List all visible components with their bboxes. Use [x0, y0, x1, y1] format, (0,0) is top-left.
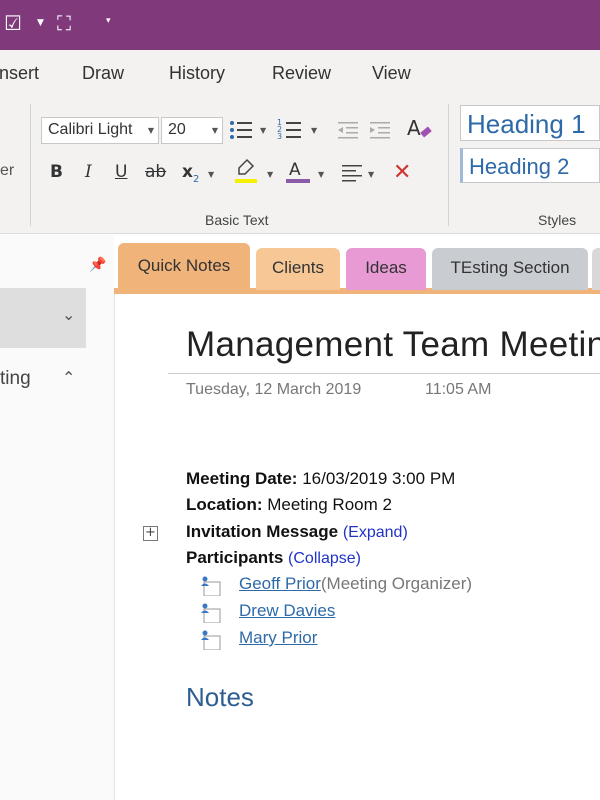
font-name-value: Calibri Light [48, 121, 133, 138]
subscript-x: x [182, 162, 193, 182]
decrease-indent-icon [338, 122, 358, 139]
participant-role: (Meeting Organizer) [320, 574, 473, 593]
ribbon-divider [30, 104, 31, 226]
decrease-indent-button[interactable] [336, 117, 360, 143]
bullets-icon [230, 121, 252, 139]
notes-heading[interactable]: Notes [186, 682, 254, 713]
location-line[interactable]: Location: Meeting Room 2 [186, 495, 392, 515]
font-size-combo[interactable]: 20 ▼ [161, 117, 223, 144]
subscript-2: 2 [192, 174, 200, 185]
numbering-icon: 1 2 3 [277, 118, 301, 141]
tab-partial[interactable] [592, 248, 600, 290]
participant-link[interactable]: Geoff Prior (Meeting Organizer) [239, 574, 472, 594]
menu-history[interactable]: History [169, 63, 225, 84]
contact-person-icon [201, 603, 221, 623]
checklist-star-icon[interactable]: ☑ [4, 11, 22, 35]
svg-text:A: A [407, 116, 421, 140]
menu-draw[interactable]: Draw [82, 63, 124, 84]
align-left-icon [342, 165, 362, 182]
font-name-combo[interactable]: Calibri Light ▼ [41, 117, 159, 144]
tab-ideas[interactable]: Ideas [346, 248, 426, 290]
title-divider [168, 373, 600, 374]
collapse-link[interactable]: (Collapse) [288, 550, 361, 567]
style-heading-2[interactable]: Heading 2 [460, 148, 600, 183]
page-date: Tuesday, 12 March 2019 [186, 381, 362, 398]
participant-link[interactable]: Mary Prior [239, 628, 317, 648]
section-group-item[interactable]: ting [0, 368, 31, 390]
tab-clients[interactable]: Clients [256, 248, 340, 290]
participant-name[interactable]: Geoff Prior [239, 574, 321, 593]
participant-name[interactable]: Mary Prior [239, 628, 317, 647]
bold-button[interactable]: B [50, 162, 63, 182]
participant-link[interactable]: Drew Davies [239, 601, 335, 621]
style-heading-1[interactable]: Heading 1 [460, 105, 600, 141]
chevron-down-icon[interactable]: ▼ [311, 126, 317, 135]
bullets-button[interactable] [228, 117, 254, 143]
location-label: Location: [186, 495, 263, 514]
menu-view[interactable]: View [372, 63, 411, 84]
chevron-down-icon[interactable]: ▼ [212, 126, 218, 135]
increase-indent-button[interactable] [368, 117, 392, 143]
highlight-button[interactable] [233, 158, 259, 186]
increase-indent-icon [370, 122, 390, 139]
clear-formatting-icon: A [407, 116, 432, 140]
screen-clip-icon[interactable]: ⛶ [57, 11, 71, 35]
clear-formatting-button[interactable]: A [406, 115, 434, 143]
chevron-down-icon[interactable]: ▼ [148, 126, 154, 135]
numbering-button[interactable]: 1 2 3 [277, 117, 303, 143]
page-time: 11:05 AM [425, 381, 492, 398]
chevron-down-icon[interactable]: ▼ [260, 126, 266, 135]
clear-close-icon[interactable]: ✕ [393, 160, 411, 185]
ribbon: er Calibri Light ▼ 20 ▼ ▼ 1 2 3 ▼ A B I … [0, 96, 600, 234]
customize-toolbar-icon[interactable]: ▾ [106, 16, 111, 26]
highlighter-icon [235, 158, 257, 183]
meeting-date-value: 16/03/2019 3:00 PM [302, 469, 456, 488]
participants-label: Participants [186, 548, 284, 567]
expand-plus-icon[interactable]: + [143, 526, 158, 541]
chevron-down-icon[interactable]: ⌄ [62, 305, 75, 324]
chevron-down-icon[interactable]: ▼ [368, 170, 374, 179]
tab-quick-notes[interactable]: Quick Notes [118, 243, 250, 294]
page-title[interactable]: Management Team Meeting [186, 325, 600, 365]
svg-text:3: 3 [277, 132, 282, 141]
svg-text:A: A [289, 160, 301, 180]
menu-review[interactable]: Review [272, 63, 331, 84]
contact-person-icon [201, 576, 221, 596]
title-bar: ☑ ▼ ⛶ ▾ [0, 0, 600, 50]
font-size-value: 20 [168, 121, 186, 138]
underline-button[interactable]: U [115, 162, 127, 182]
chevron-down-icon[interactable]: ▼ [37, 18, 44, 28]
ribbon-divider [448, 104, 449, 226]
italic-button[interactable]: I [85, 162, 92, 182]
pin-icon[interactable]: 📌 [89, 257, 106, 273]
subscript-button[interactable]: x2 [182, 162, 206, 186]
meeting-date-label: Meeting Date: [186, 469, 298, 488]
participant-name[interactable]: Drew Davies [239, 601, 335, 620]
ribbon-group-basic-text: Basic Text [205, 212, 269, 228]
chevron-down-icon[interactable]: ▼ [267, 170, 273, 179]
invitation-label: Invitation Message [186, 522, 339, 541]
meeting-date-line[interactable]: Meeting Date: 16/03/2019 3:00 PM [186, 469, 455, 489]
font-color-icon: A [286, 160, 310, 183]
ribbon-partial-label: er [0, 162, 15, 179]
location-value: Meeting Room 2 [267, 495, 392, 514]
align-button[interactable] [341, 162, 365, 184]
invitation-line[interactable]: Invitation Message (Expand) [186, 522, 408, 542]
chevron-down-icon[interactable]: ▼ [318, 170, 324, 179]
expand-link[interactable]: (Expand) [343, 524, 408, 541]
strikethrough-button[interactable]: ab [145, 162, 166, 182]
participants-line[interactable]: Participants (Collapse) [186, 548, 361, 568]
tab-testing-section[interactable]: TEsting Section [432, 248, 588, 290]
chevron-up-icon[interactable]: ⌃ [62, 368, 75, 387]
menu-insert[interactable]: nsert [0, 63, 39, 84]
contact-person-icon [201, 630, 221, 650]
font-color-button[interactable]: A [285, 158, 311, 186]
ribbon-group-styles: Styles [538, 212, 577, 228]
page-canvas[interactable] [114, 294, 600, 800]
chevron-down-icon[interactable]: ▼ [208, 170, 214, 179]
menu-bar: nsert Draw History Review View [0, 50, 600, 96]
